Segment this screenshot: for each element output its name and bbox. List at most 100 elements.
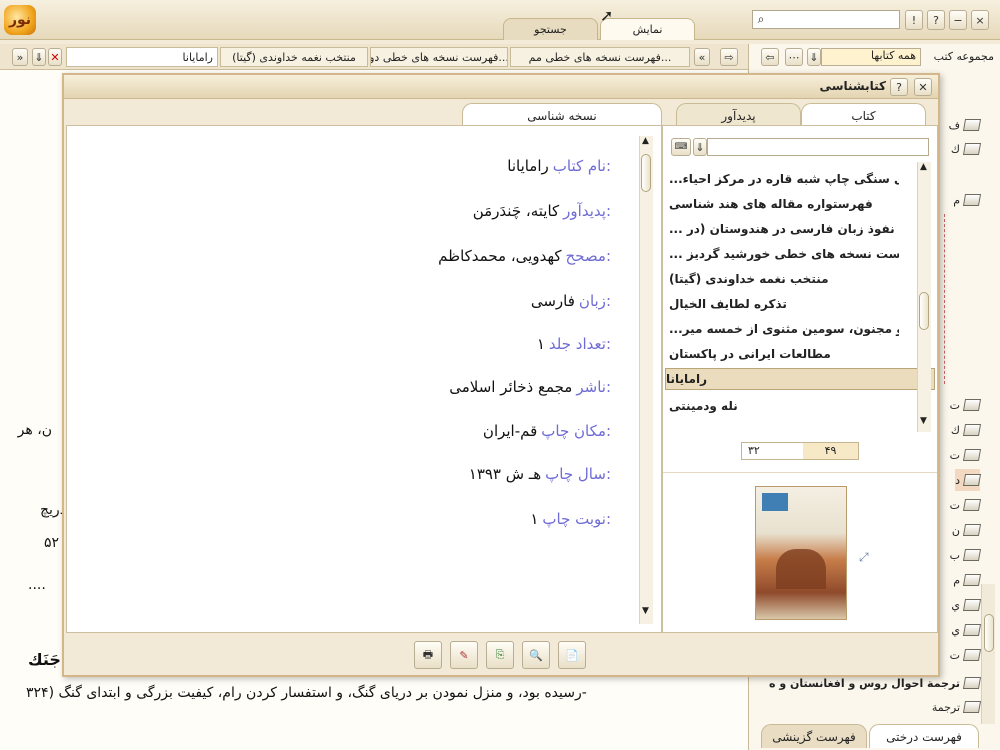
doc-tab[interactable]: منتخب نغمه خداوندی (گیتا) [220,47,368,67]
doc-tab[interactable]: فهرست نسخه های خطی دو... [370,47,508,67]
book-list-item[interactable]: منتخب نغمه خداوندی (گیتا) [669,268,899,290]
sidebar-item-label: ي [951,598,960,612]
doc-tab-active[interactable]: رامایانا [66,47,218,67]
booklist-scrollbar[interactable]: ▲ ▼ [917,162,931,432]
field-editor: کهدویی، محمدکاظم مصحح: [438,241,611,271]
sidebar-item-label: ي [951,623,960,637]
tab-book[interactable]: کتاب [801,103,926,127]
next-arrow-icon[interactable]: ⇨ [720,48,738,66]
tab-manuscript-info[interactable]: نسخه شناسی [462,103,662,127]
book-search-input[interactable] [707,138,929,156]
field-value: ۱ [536,335,545,353]
back-arrow-icon[interactable]: ⇦ [761,48,779,66]
field-value: رامایانا [507,157,549,175]
dropdown-arrow-icon[interactable]: ⇓ [693,138,707,156]
book-cover-image[interactable] [755,486,847,620]
scroll-tabs-left-icon[interactable]: » [12,48,28,66]
field-value: کهدویی، محمدکاظم [438,247,562,265]
book-icon [962,524,982,536]
close-button[interactable]: × [971,10,989,30]
scrollbar-thumb[interactable] [919,292,929,330]
tab-author[interactable]: پدیدآور [676,103,801,127]
book-list-item-selected[interactable]: رامایانا [665,368,935,390]
field-label: زبان: [578,292,611,310]
book-icon [962,399,982,411]
field-label: نوبت چاپ: [542,510,611,528]
book-list-item[interactable]: تذکره لطایف الخیال [669,293,899,315]
sidebar-item[interactable]: ي [951,619,982,641]
book-icon [962,119,982,131]
expand-icon[interactable]: ⤢ [859,550,875,566]
help-button[interactable]: ? [927,10,945,30]
sidebar-item[interactable]: ف [949,114,982,136]
sidebar-item[interactable]: ترجمة [931,696,982,718]
export-button[interactable]: ⎘ [486,641,514,669]
edit-note-button[interactable]: ✎ [450,641,478,669]
doc-text-line: رسیده بود، و منزل نمودن بر دریای گنگ، و … [26,685,587,701]
field-edition: ۱ نوبت چاپ: [530,504,611,534]
sidebar-item[interactable]: ت [950,494,982,516]
more-options-icon[interactable]: ⋯ [785,48,803,66]
scrollbar-thumb[interactable] [641,154,651,192]
document-button[interactable]: 📄 [558,641,586,669]
field-value: فارسی [530,292,575,310]
field-label: تعداد جلد: [548,335,611,353]
tab-search[interactable]: جستجو [503,18,598,40]
sidebar-item[interactable]: ك [951,419,982,441]
sidebar-item[interactable]: م [953,189,982,211]
doc-text-line: ۵۲ [44,535,60,551]
sidebar-item[interactable]: ب [950,544,982,566]
book-list-item[interactable]: لیلی و مجنون، سومین مثنوی از خمسه میر... [669,318,899,340]
sidebar-item[interactable]: ت [950,644,982,666]
sidebar-item[interactable]: ت [949,444,982,466]
search-input[interactable] [752,10,900,29]
doc-text-line: جَنَك [28,650,61,669]
book-list-panel: ⇓ ⌨ کتابهای سنگی چاپ شبه قاره در مرکز اح… [662,125,938,633]
field-label: سال چاپ: [545,465,611,483]
book-list-item[interactable]: کتابهای سنگی چاپ شبه قاره در مرکز احیاء.… [669,168,899,190]
doc-tab[interactable]: فهرست نسخه های خطی مم... [510,47,690,67]
book-list-item[interactable]: نله ودمینتی [669,395,899,417]
sidebar-item-label: ت [949,448,960,462]
field-label: پدیدآور: [563,202,611,220]
sidebar-filter-select[interactable]: همه کتابها [821,48,921,66]
tab-selective-list[interactable]: فهرست گزینشی [761,724,867,748]
book-list-item[interactable]: فهرستواره مقاله های هند شناسی [669,193,899,215]
minimize-button[interactable]: − [949,10,967,30]
sidebar-item[interactable]: ت [950,394,982,416]
print-button[interactable]: 🖶 [414,641,442,669]
scrollbar-thumb[interactable] [984,614,994,652]
sidebar-item[interactable]: ن [952,519,982,541]
scroll-down-icon[interactable]: ▼ [920,416,927,426]
keyboard-icon[interactable]: ⌨ [671,138,691,156]
down-arrow-icon[interactable]: ⇓ [32,48,46,66]
search-icon[interactable]: ⌕ [753,11,769,27]
scroll-up-icon[interactable]: ▲ [642,136,649,146]
sidebar-item-selected[interactable]: د [955,469,982,491]
sidebar-item[interactable]: ك [951,138,982,160]
close-tab-icon[interactable]: ✕ [48,48,62,66]
book-icon [962,701,982,713]
pager-current[interactable]: ۴۹ [803,443,858,459]
zoom-button[interactable]: 🔍 [522,641,550,669]
sidebar-item-label: ترجمة [931,700,960,714]
scroll-down-icon[interactable]: ▼ [642,606,649,616]
field-value: مجمع ذخائر اسلامی [449,378,573,396]
filter-dropdown-icon[interactable]: ⇓ [807,48,821,66]
sidebar-item[interactable]: ي [951,594,982,616]
manuscript-info-panel: رامایانا نام کتاب: کایته، چَندَرمَن پدیدآو… [66,125,662,633]
sidebar-scrollbar[interactable] [981,584,995,724]
open-book-icon [962,194,982,206]
book-list-item[interactable]: مطالعات ایرانی در پاکستان [669,343,899,365]
sidebar-item[interactable]: م [953,569,982,591]
info-button[interactable]: ! [905,10,923,30]
tab-view[interactable]: نمایش [600,18,695,40]
tab-tree-list[interactable]: فهرست درختی [869,724,979,748]
info-scrollbar[interactable]: ▲ ▼ [639,136,653,624]
book-list-item[interactable]: کاهش نفوذ زبان فارسی در هندوستان (در ... [669,218,899,240]
dialog-close-button[interactable]: ✕ [914,78,932,96]
book-list-item[interactable]: فهرست نسخه های خطی خورشید گردیز ... [669,243,899,265]
scroll-up-icon[interactable]: ▲ [920,162,927,172]
scroll-tabs-right-icon[interactable]: « [694,48,710,66]
dialog-help-button[interactable]: ? [890,78,908,96]
